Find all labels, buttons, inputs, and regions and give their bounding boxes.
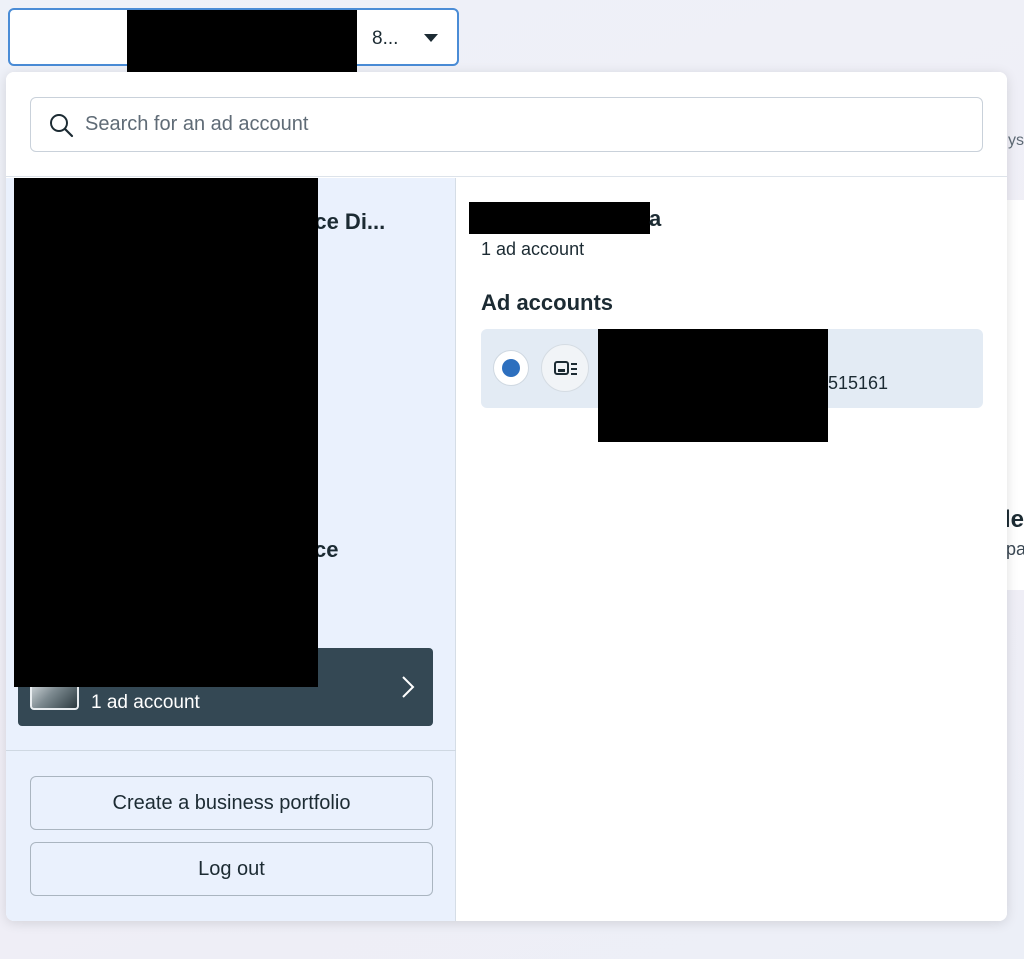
business-ad-account-count: 1 ad account (481, 239, 585, 259)
search-row (6, 72, 1007, 177)
background-heading: le (1004, 506, 1024, 533)
ad-account-icon-wrap (541, 344, 589, 392)
background-text: pa (1006, 539, 1024, 559)
ad-accounts-panel: a 1 ad account Ad accounts 515161 (457, 178, 1007, 921)
redacted-business-name (469, 202, 650, 234)
radio-selected-dot (502, 359, 520, 377)
ad-account-item[interactable]: 515161 (481, 329, 983, 442)
ad-account-selector[interactable]: 8... (8, 8, 459, 123)
log-out-button[interactable]: Log out (30, 842, 433, 896)
search-icon (50, 114, 74, 138)
business-portfolio-list: vice Di... ce 1 ad account Create a busi… (6, 178, 456, 921)
ad-accounts-heading: Ad accounts (481, 290, 614, 315)
chevron-right-icon (402, 676, 415, 698)
ad-account-icon (554, 361, 577, 375)
account-switcher-dropdown: vice Di... ce 1 ad account Create a busi… (6, 72, 1007, 921)
divider (6, 750, 456, 751)
redacted-ad-account-name (598, 329, 828, 442)
business-ad-account-count: 1 ad account (91, 692, 200, 713)
search-box[interactable] (30, 97, 983, 152)
search-input[interactable] (85, 98, 965, 151)
account-selector-label: 8... (372, 28, 399, 49)
background-text: ys (1008, 132, 1024, 149)
create-business-portfolio-button[interactable]: Create a business portfolio (30, 776, 433, 830)
ad-account-id: 515161 (828, 373, 889, 393)
caret-down-icon (424, 34, 438, 42)
business-name-title: a (649, 206, 662, 231)
account-radio[interactable] (493, 350, 529, 386)
redacted-business-list (14, 178, 318, 687)
